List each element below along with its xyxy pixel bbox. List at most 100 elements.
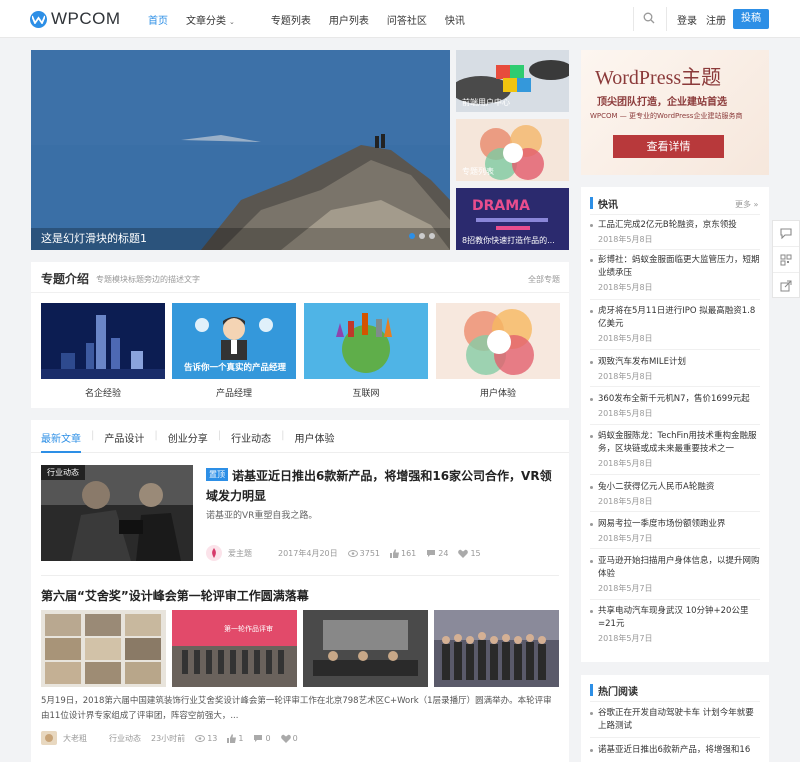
qr-tool[interactable] — [773, 247, 799, 273]
hot-title[interactable]: 诺基亚近日推出6款新产品，将增强和16 — [590, 744, 760, 757]
slider-dot[interactable] — [429, 233, 435, 239]
nav-home[interactable]: 首页 — [148, 12, 168, 27]
favorites[interactable]: 15 — [458, 549, 481, 558]
all-topics-link[interactable]: 全部专题 — [528, 274, 560, 285]
category-tag[interactable]: 行业动态 — [41, 465, 85, 480]
category-link[interactable]: 行业动态 — [109, 733, 141, 744]
news-title[interactable]: 虎牙将在5月11日进行IPO 拟最高融资1.8亿美元 — [590, 305, 760, 331]
site-logo[interactable]: WPCOM — [30, 9, 121, 29]
news-widget-title: 快讯 — [598, 200, 618, 211]
post-button[interactable]: 投稿 — [733, 9, 769, 29]
topic-label[interactable]: 名企经验 — [41, 386, 165, 399]
tab-industry[interactable]: 行业动态 — [231, 430, 271, 445]
thumbs-up-icon — [390, 548, 399, 558]
divider — [590, 299, 760, 300]
article-excerpt: 5月19日，2018第六届中国建筑装饰行业艾舍奖设计峰会第一轮评审工作在北京79… — [41, 696, 552, 721]
gallery-image[interactable]: 第一轮作品评审 — [172, 610, 297, 687]
nav-qa[interactable]: 问答社区 — [387, 12, 427, 27]
comments[interactable]: 0 — [253, 734, 271, 743]
register-link[interactable]: 注册 — [706, 12, 726, 27]
author-name: 大老粗 — [63, 733, 87, 743]
topic-card-companies[interactable] — [41, 303, 165, 379]
news-title[interactable]: 360发布全新千元机N7，售价1699元起 — [590, 393, 760, 406]
hot-title[interactable]: 谷歌正在开发自动驾驶卡车 计划今年就要上路测试 — [590, 707, 760, 733]
tab-latest[interactable]: 最新文章 — [41, 430, 81, 445]
nav-news[interactable]: 快讯 — [445, 12, 465, 27]
likes[interactable]: 161 — [390, 548, 417, 558]
article-title[interactable]: 诺基亚近日推出6款新产品，将增强和16家公司合作，VR领域发力明显 — [206, 466, 561, 506]
search-icon[interactable] — [643, 12, 655, 27]
thumb-topic-list[interactable]: 专题列表 — [456, 119, 569, 181]
favorites[interactable]: 0 — [280, 733, 298, 743]
topic-label[interactable]: 用户体验 — [436, 386, 560, 399]
share-tool[interactable] — [773, 273, 799, 299]
thumb-frontend-user[interactable]: 前端用户中心 — [456, 50, 569, 112]
news-title[interactable]: 观致汽车发布MILE计划 — [590, 356, 760, 369]
news-item[interactable]: 兔小二获得亿元人民币A轮融资 2018年5月8日 — [590, 481, 760, 507]
article-title[interactable]: 第六届“艾舍奖”设计峰会第一轮评审工作圆满落幕 — [41, 587, 309, 604]
comment-tool[interactable] — [773, 221, 799, 247]
news-item[interactable]: 观致汽车发布MILE计划 2018年5月8日 — [590, 356, 760, 382]
thumb-drama[interactable]: DRAMA 8招教你快速打造作品的... — [456, 188, 569, 250]
comments[interactable]: 24 — [426, 549, 448, 558]
tab-ux[interactable]: 用户体验 — [295, 430, 335, 445]
likes[interactable]: 1 — [227, 733, 243, 743]
news-date: 2018年5月8日 — [598, 283, 653, 292]
news-title[interactable]: 彭博社：蚂蚁金服面临更大监管压力，短期业绩承压 — [590, 254, 760, 280]
more-link[interactable]: 更多 » — [735, 199, 758, 210]
news-item[interactable]: 共享电动汽车现身武汉 10分钟+20公里=21元 2018年5月7日 — [590, 605, 760, 644]
topic-label[interactable]: 互联网 — [304, 386, 428, 399]
tab-startup[interactable]: 创业分享 — [168, 430, 208, 445]
slider-dot[interactable] — [419, 233, 425, 239]
slider-dot[interactable] — [409, 233, 415, 239]
topic-card-internet[interactable] — [304, 303, 428, 379]
news-title[interactable]: 工品汇完成2亿元B轮融资，京东领投 — [590, 219, 760, 232]
gallery-image[interactable] — [41, 610, 166, 687]
author[interactable]: 大老粗 — [41, 731, 87, 745]
nav-users[interactable]: 用户列表 — [329, 12, 369, 27]
share-icon — [780, 280, 792, 292]
news-title[interactable]: 网易考拉一季度市场份额领跑业界 — [590, 518, 760, 531]
tab-product-design[interactable]: 产品设计 — [104, 430, 144, 445]
ad-details-button[interactable]: 查看详情 — [613, 135, 724, 158]
slide-caption[interactable]: 这是幻灯滑块的标题1 — [41, 230, 147, 246]
favorites-count: 0 — [292, 733, 298, 743]
gallery-photo — [434, 610, 559, 687]
news-item[interactable]: 亚马逊开始扫描用户身体信息，以提升网购体验 2018年5月7日 — [590, 555, 760, 594]
author-name: 爱主题 — [228, 548, 252, 558]
news-item[interactable]: 彭博社：蚂蚁金服面临更大监管压力，短期业绩承压 2018年5月8日 — [590, 254, 760, 293]
nav-categories-label: 文章分类 — [186, 16, 226, 27]
logo-text: WPCOM — [51, 9, 121, 28]
news-item[interactable]: 工品汇完成2亿元B轮融资，京东领投 2018年5月8日 — [590, 219, 760, 245]
divider — [590, 599, 760, 600]
news-date: 2018年5月8日 — [598, 409, 653, 418]
author[interactable]: 爱主题 — [206, 545, 252, 561]
hot-item[interactable]: 谷歌正在开发自动驾驶卡车 计划今年就要上路测试 — [590, 707, 760, 733]
qrcode-icon — [780, 254, 792, 265]
news-item[interactable]: 360发布全新千元机N7，售价1699元起 2018年5月8日 — [590, 393, 760, 419]
divider — [590, 424, 760, 425]
news-item[interactable]: 蚂蚁金服陈龙：TechFin用技术重构金融服务，区块链或成未来最重要技术之一 20… — [590, 430, 760, 469]
topic-card-ux[interactable] — [436, 303, 560, 379]
nav-topics[interactable]: 专题列表 — [271, 12, 311, 27]
news-item[interactable]: 网易考拉一季度市场份额领跑业界 2018年5月7日 — [590, 518, 760, 544]
likes-count: 161 — [401, 548, 417, 558]
divider — [666, 7, 667, 31]
news-title[interactable]: 共享电动汽车现身武汉 10分钟+20公里=21元 — [590, 605, 760, 631]
news-title[interactable]: 蚂蚁金服陈龙：TechFin用技术重构金融服务，区块链或成未来最重要技术之一 — [590, 430, 760, 456]
news-date: 2018年5月8日 — [598, 372, 653, 381]
hot-item[interactable]: 诺基亚近日推出6款新产品，将增强和16 — [590, 744, 760, 757]
news-title[interactable]: 兔小二获得亿元人民币A轮融资 — [590, 481, 760, 494]
nav-categories[interactable]: 文章分类 ⌄ — [186, 12, 253, 27]
gallery-image[interactable] — [303, 610, 428, 687]
news-date: 2018年5月8日 — [598, 235, 653, 244]
news-item[interactable]: 虎牙将在5月11日进行IPO 拟最高融资1.8亿美元 2018年5月8日 — [590, 305, 760, 344]
gallery-image[interactable] — [434, 610, 559, 687]
topic-card-pm[interactable]: 告诉你一个真实的产品经理 — [172, 303, 296, 379]
news-date: 2018年5月7日 — [598, 534, 653, 543]
login-link[interactable]: 登录 — [677, 12, 697, 27]
news-title[interactable]: 亚马逊开始扫描用户身体信息，以提升网购体验 — [590, 555, 760, 581]
topic-label[interactable]: 产品经理 — [172, 386, 296, 399]
topic-banner-text: 告诉你一个真实的产品经理 — [184, 363, 287, 373]
hero-slider[interactable]: 这是幻灯滑块的标题1 — [31, 50, 450, 250]
